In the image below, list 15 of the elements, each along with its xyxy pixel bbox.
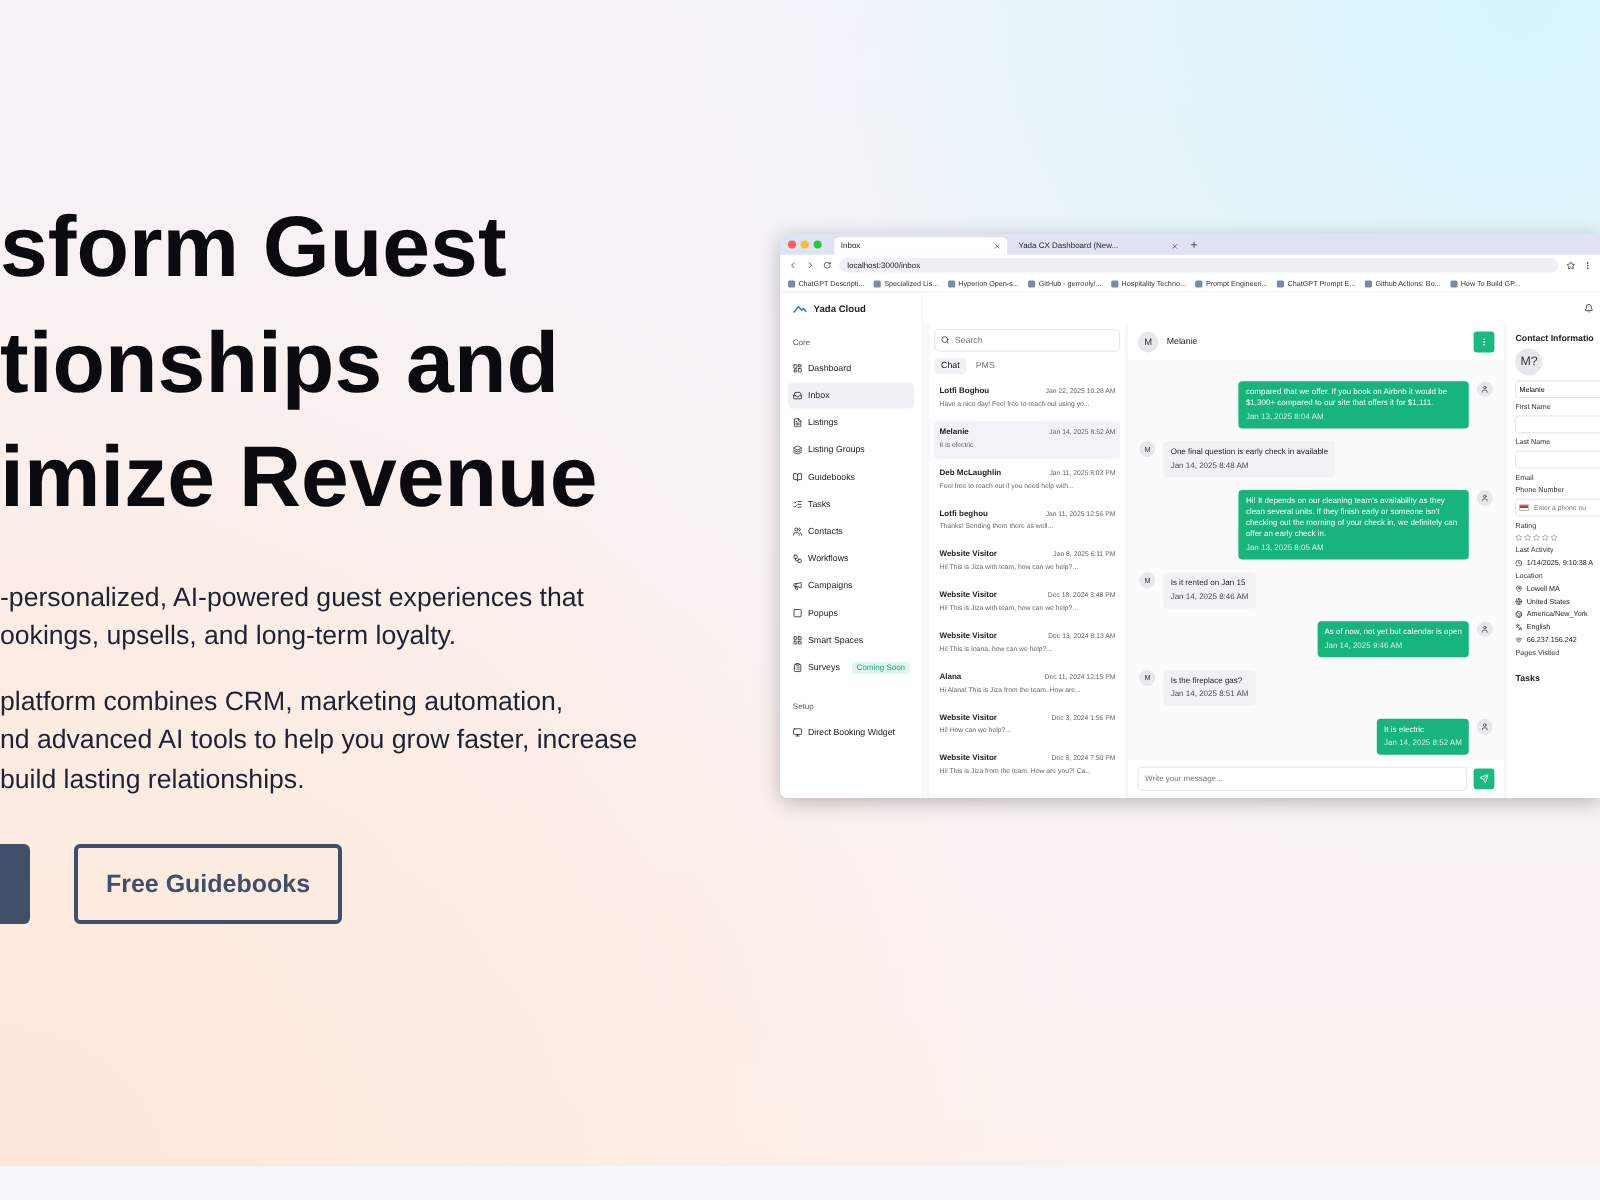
- hero-paragraph: -personalized, AI-powered guest experiences that ookings, upsells, and long-term loyalty.: [0, 579, 586, 654]
- minimize-dot[interactable]: [800, 240, 809, 249]
- text-field[interactable]: [1515, 450, 1600, 469]
- heading-line: sform Guest: [0, 198, 509, 300]
- hero-paragraph: platform combines CRM, marketing automation, nd advanced AI tools to help you grow faster, increase build lasting relationships.: [0, 683, 640, 798]
- heading-line: imize Revenue: [0, 428, 600, 530]
- heading-line: tionships and: [0, 313, 561, 415]
- flag-icon: [1519, 504, 1530, 511]
- send-button[interactable]: [1473, 768, 1495, 790]
- text-field[interactable]: [1515, 415, 1600, 434]
- options-button[interactable]: [1473, 331, 1495, 353]
- close-dot[interactable]: [788, 240, 796, 249]
- logo-icon: [792, 305, 808, 314]
- guidebooks-button[interactable]: Free Guidebooks: [74, 844, 342, 924]
- zoom-dot[interactable]: [813, 240, 822, 249]
